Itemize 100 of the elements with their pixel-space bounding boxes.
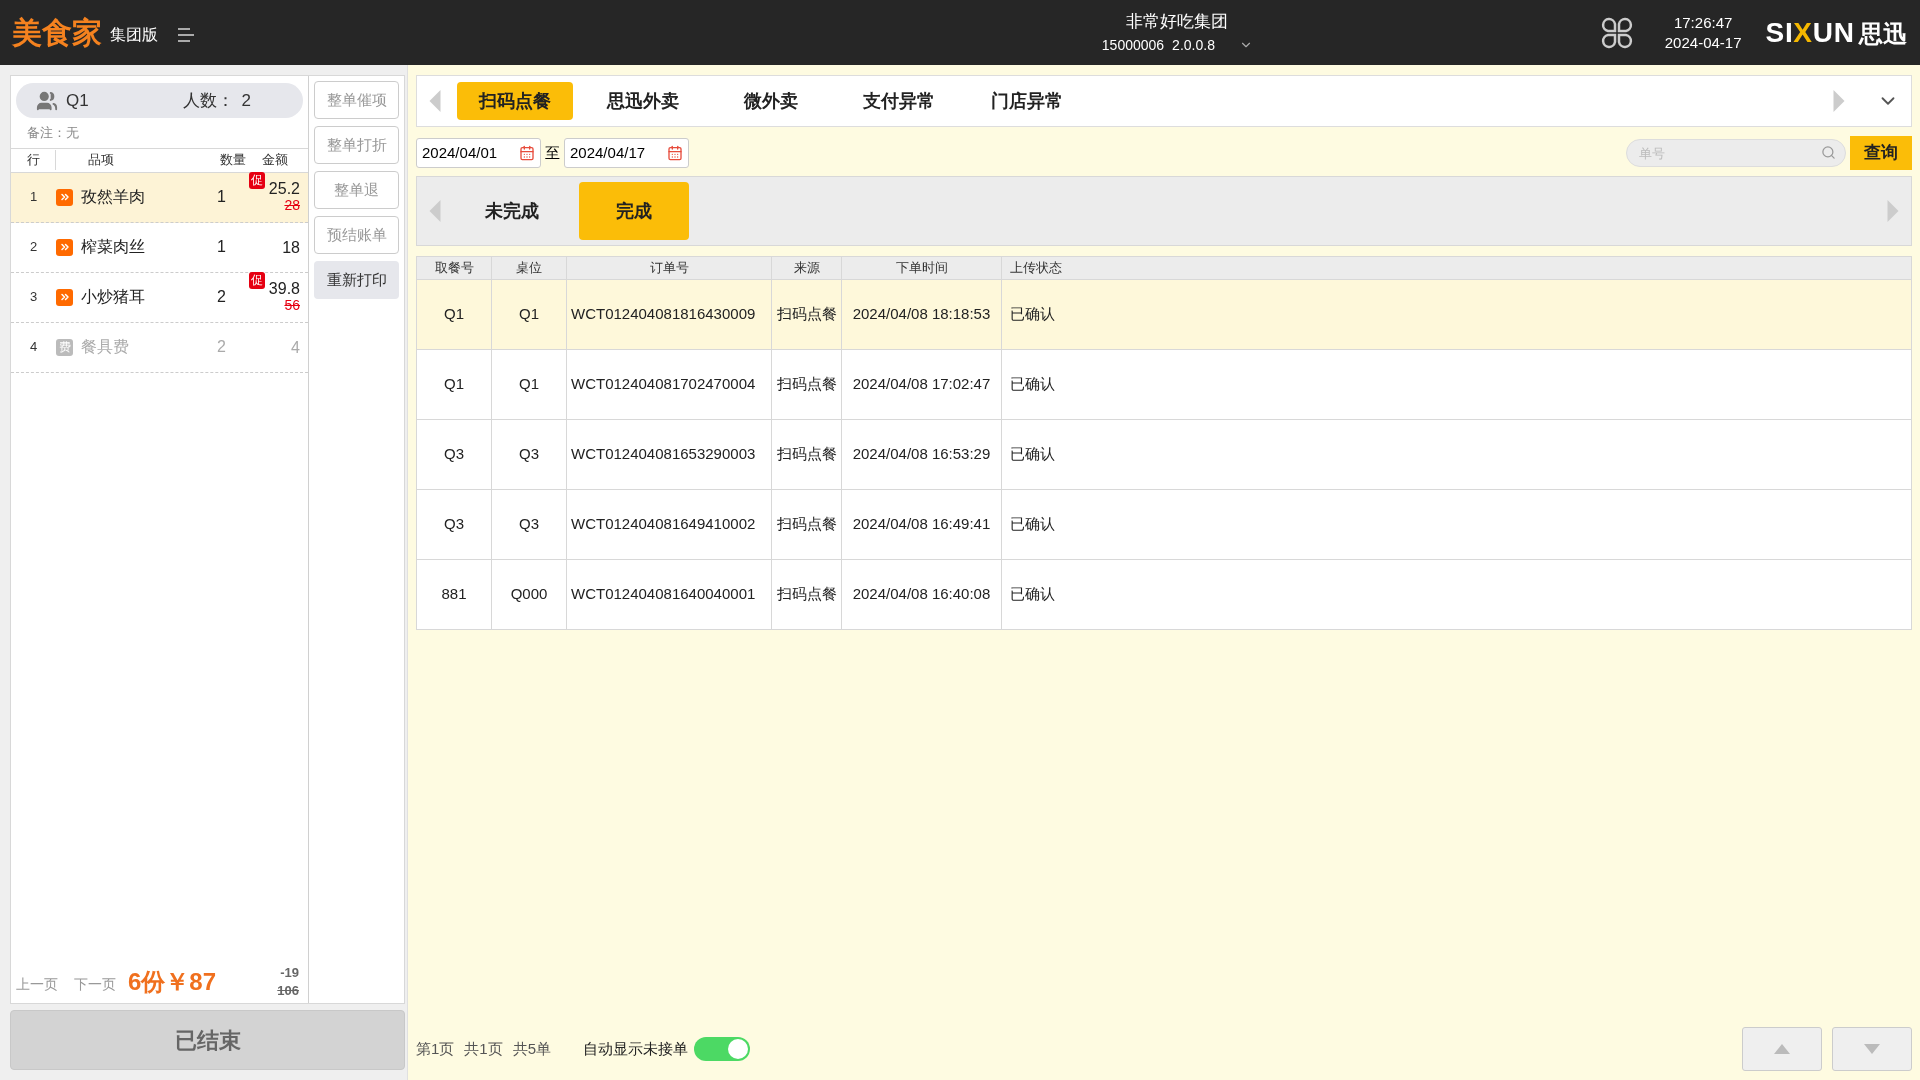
table-cell: 2024/04/08 16:49:41 <box>842 490 1002 559</box>
query-button[interactable]: 查询 <box>1850 136 1912 170</box>
channel-tab[interactable]: 思迅外卖 <box>585 82 701 120</box>
channel-tab[interactable]: 门店异常 <box>969 82 1085 120</box>
column-header: 金额 <box>261 151 289 170</box>
calendar-icon <box>667 145 683 161</box>
table-number: Q1 <box>66 89 89 112</box>
calendar-icon <box>519 145 535 161</box>
channel-tab[interactable]: 微外卖 <box>713 82 829 120</box>
up-arrow-icon[interactable] <box>1774 1044 1790 1054</box>
item-amount: 25.2 <box>268 180 300 197</box>
column-header: 桌位 <box>492 257 567 279</box>
column-header: 行 <box>11 150 56 170</box>
order-count: 共5单 <box>512 1038 552 1059</box>
column-header: 品项 <box>87 151 115 170</box>
order-item-row[interactable]: 1 孜然羊肉 1 促 25.2 28 <box>11 172 308 223</box>
grid-icon[interactable] <box>1600 16 1633 49</box>
table-cell: 2024/04/08 16:40:08 <box>842 560 1002 629</box>
page-number: 第1页 <box>416 1038 455 1059</box>
column-header: 上传状态 <box>1009 259 1063 278</box>
left-arrow-icon[interactable] <box>429 200 441 222</box>
order-row[interactable]: 881 Q000 WCT012404081640040001 扫码点餐 2024/04/08 16:40:08 已确认 <box>417 560 1911 630</box>
item-name: 餐具费 <box>81 337 130 357</box>
table-cell: WCT012404081816430009 <box>567 280 772 349</box>
edition-label: 集团版 <box>110 24 158 45</box>
table-cell: 2024/04/08 18:18:53 <box>842 280 1002 349</box>
original-price: 28 <box>284 197 300 214</box>
table-cell: 扫码点餐 <box>772 420 842 489</box>
item-amount: 39.8 <box>268 280 300 297</box>
search-icon[interactable] <box>1821 145 1836 160</box>
table-cell: Q3 <box>417 490 492 559</box>
table-cell-text: 已确认 <box>1009 514 1056 535</box>
scroll-down-button[interactable] <box>1832 1027 1912 1071</box>
item-name: 孜然羊肉 <box>81 187 146 207</box>
order-row[interactable]: Q1 Q1 WCT012404081702470004 扫码点餐 2024/04/08 17:02:47 已确认 <box>417 350 1911 420</box>
column-header: 取餐号 <box>417 257 492 279</box>
store-id: 15000006 <box>1101 35 1165 55</box>
column-header: 下单时间 <box>842 257 1002 279</box>
table-cell: Q1 <box>417 350 492 419</box>
channel-tab[interactable]: 扫码点餐 <box>457 82 573 120</box>
double-chevron-icon <box>56 288 73 306</box>
table-cell: Q3 <box>492 490 567 559</box>
right-arrow-icon[interactable] <box>1833 90 1845 112</box>
table-cell: WCT012404081653290003 <box>567 420 772 489</box>
order-item-row[interactable]: 3 小炒猪耳 2 促 39.8 56 <box>11 272 308 323</box>
row-number: 3 <box>28 288 39 307</box>
order-action-button[interactable]: 重新打印 <box>314 261 399 299</box>
finished-button[interactable]: 已结束 <box>10 1010 405 1070</box>
clock-date: 2024-04-17 <box>1664 32 1742 53</box>
table-cell: WCT012404081640040001 <box>567 560 772 629</box>
end-date-field[interactable]: 2024/04/17 <box>564 138 689 168</box>
guest-label: 人数： <box>182 89 234 112</box>
users-icon <box>36 89 58 112</box>
item-amount: 4 <box>291 338 300 356</box>
column-header: 来源 <box>772 257 842 279</box>
table-cell: Q1 <box>492 280 567 349</box>
status-tab[interactable]: 未完成 <box>457 182 567 240</box>
start-date-field[interactable]: 2024/04/01 <box>416 138 541 168</box>
table-cell: 扫码点餐 <box>772 350 842 419</box>
down-arrow-icon[interactable] <box>1864 1044 1880 1054</box>
column-header: 数量 <box>219 151 246 170</box>
table-cell: 扫码点餐 <box>772 560 842 629</box>
table-cell: Q3 <box>417 420 492 489</box>
table-cell-text: 已确认 <box>1009 444 1056 465</box>
right-arrow-icon[interactable] <box>1887 200 1899 222</box>
table-cell: Q3 <box>492 420 567 489</box>
promo-badge: 促 <box>248 172 265 189</box>
double-chevron-icon <box>56 238 73 256</box>
page-total: 共1页 <box>464 1038 503 1059</box>
double-chevron-icon <box>56 188 73 206</box>
table-cell: Q000 <box>492 560 567 629</box>
item-name: 小炒猪耳 <box>81 287 146 307</box>
clock-time: 17:26:47 <box>1673 12 1733 33</box>
guest-count: 2 <box>241 89 251 112</box>
item-quantity: 1 <box>216 187 226 207</box>
table-cell: Q1 <box>492 350 567 419</box>
item-quantity: 2 <box>216 337 226 357</box>
column-header: 订单号 <box>567 257 772 279</box>
fee-badge: 费 <box>56 338 73 356</box>
discount-amount: -19 <box>280 964 299 982</box>
table-cell: 2024/04/08 17:02:47 <box>842 350 1002 419</box>
left-arrow-icon[interactable] <box>429 90 441 112</box>
order-row[interactable]: Q1 Q1 WCT012404081816430009 扫码点餐 2024/04/08 18:18:53 已确认 <box>417 280 1911 350</box>
item-name: 榨菜肉丝 <box>81 237 146 257</box>
company-logo: SIXUN 思迅 <box>1765 15 1908 50</box>
version-label: 2.0.0.8 <box>1172 35 1215 55</box>
brand-logo: 美食家 <box>12 15 102 51</box>
date-separator: 至 <box>545 142 560 163</box>
auto-show-toggle[interactable] <box>694 1037 751 1061</box>
order-row[interactable]: Q3 Q3 WCT012404081653290003 扫码点餐 2024/04/08 16:53:29 已确认 <box>417 420 1911 490</box>
table-cell-text: 已确认 <box>1009 584 1056 605</box>
table-cell: WCT012404081649410002 <box>567 490 772 559</box>
order-row[interactable]: Q3 Q3 WCT012404081649410002 扫码点餐 2024/04/08 16:49:41 已确认 <box>417 490 1911 560</box>
scroll-up-button[interactable] <box>1742 1027 1822 1071</box>
table-cell: Q1 <box>417 280 492 349</box>
status-tab[interactable]: 完成 <box>579 182 689 240</box>
channel-tab[interactable]: 支付异常 <box>841 82 957 120</box>
auto-show-label: 自动显示未接单 <box>583 1038 689 1059</box>
menu-icon[interactable] <box>178 27 194 42</box>
remark-text: 备注：无 <box>26 124 80 142</box>
